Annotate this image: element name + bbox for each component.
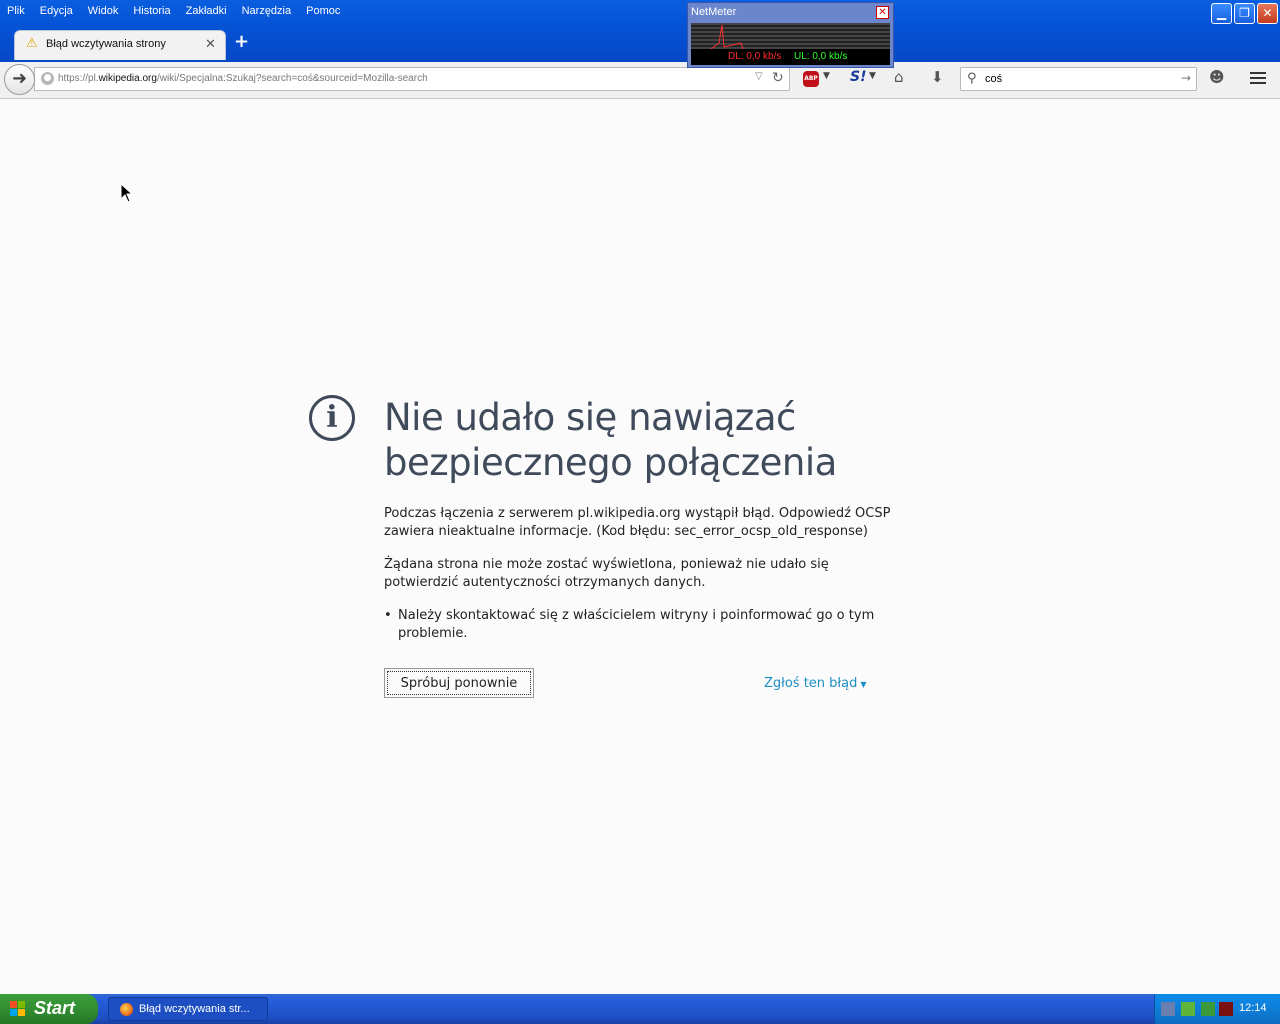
- arrow-left-icon: ➜: [11, 68, 28, 89]
- tab-error-page[interactable]: ⚠ Błąd wczytywania strony ✕: [14, 30, 226, 60]
- clock[interactable]: 12:14: [1239, 1002, 1267, 1014]
- netmeter-close-button[interactable]: ✕: [876, 6, 889, 19]
- window-titlebar: Plik Edycja Widok Historia Zakładki Narz…: [0, 0, 1280, 62]
- url-host: wikipedia.org: [98, 73, 157, 84]
- report-error-link[interactable]: Zgłoś ten błąd ▼: [764, 676, 867, 691]
- tab-title: Błąd wczytywania strony: [46, 38, 166, 50]
- globe-icon[interactable]: ●: [41, 72, 54, 85]
- social-addon-icon[interactable]: S!: [850, 69, 866, 85]
- netmeter-tray-icon[interactable]: [1219, 1002, 1233, 1016]
- netmeter-title: NetMeter: [691, 6, 737, 18]
- tab-close-icon[interactable]: ✕: [205, 37, 216, 52]
- url-prefix: https://pl.: [58, 73, 99, 84]
- netmeter-spike-icon: [710, 24, 744, 50]
- minimize-icon: ▁: [1216, 6, 1227, 20]
- hamburger-line: [1250, 77, 1266, 79]
- download-icon[interactable]: ⬇: [931, 68, 944, 86]
- menu-history[interactable]: Historia: [126, 0, 178, 22]
- hamburger-menu-button[interactable]: [1250, 70, 1266, 87]
- restore-button[interactable]: ❐: [1234, 3, 1255, 24]
- mouse-cursor-icon: [120, 183, 134, 203]
- page-title: Nie udało się nawiązać bezpiecznego połą…: [384, 396, 837, 484]
- error-description: Podczas łączenia z serwerem pl.wikipedia…: [384, 506, 891, 539]
- system-tray: 12:14: [1154, 994, 1280, 1024]
- bullet-icon: •: [384, 608, 392, 623]
- netmeter-readout: DL: 0,0 kb/s UL: 0,0 kb/s: [691, 49, 890, 65]
- url-bar[interactable]: ● https://pl.wikipedia.org/wiki/Specjaln…: [34, 67, 790, 91]
- search-go-icon[interactable]: →: [1181, 71, 1191, 85]
- minimize-button[interactable]: ▁: [1211, 3, 1232, 24]
- suggestion-text: Należy skontaktować się z właścicielem w…: [398, 608, 875, 641]
- close-icon: ✕: [1262, 6, 1273, 20]
- search-bar[interactable]: ⚲ →: [960, 67, 1197, 91]
- error-explanation: Żądana strona nie może zostać wyświetlon…: [384, 557, 829, 590]
- upload-rate: UL: 0,0 kb/s: [794, 51, 848, 62]
- reload-icon[interactable]: ↻: [772, 70, 784, 86]
- security-icon[interactable]: [1201, 1002, 1215, 1016]
- network-icon[interactable]: [1161, 1002, 1175, 1016]
- start-label: Start: [34, 998, 76, 1018]
- menu-bar: Plik Edycja Widok Historia Zakładki Narz…: [0, 0, 348, 22]
- restore-icon: ❐: [1239, 6, 1250, 20]
- netmeter-graph: [691, 23, 890, 50]
- taskbar-item-firefox[interactable]: Błąd wczytywania str...: [108, 997, 268, 1021]
- taskbar: Start Błąd wczytywania str... 12:14: [0, 994, 1280, 1024]
- adblock-dropdown-icon[interactable]: ▼: [823, 71, 830, 81]
- social-addon-dropdown-icon[interactable]: ▼: [869, 71, 876, 81]
- retry-button[interactable]: Spróbuj ponownie: [384, 668, 534, 698]
- menu-help[interactable]: Pomoc: [299, 0, 348, 22]
- back-button[interactable]: ➜: [4, 64, 35, 95]
- caret-down-icon: ▼: [860, 680, 867, 689]
- adblock-plus-icon[interactable]: ABP: [803, 71, 819, 87]
- new-tab-button[interactable]: +: [234, 31, 249, 52]
- hamburger-line: [1250, 82, 1266, 84]
- warning-icon: ⚠: [26, 36, 38, 51]
- home-icon[interactable]: ⌂: [894, 68, 904, 86]
- hamburger-line: [1250, 72, 1266, 74]
- menu-file[interactable]: Plik: [0, 0, 33, 22]
- info-icon: i: [309, 395, 355, 441]
- menu-view[interactable]: Widok: [81, 0, 127, 22]
- menu-bookmarks[interactable]: Zakładki: [179, 0, 235, 22]
- url-path: /wiki/Specjalna:Szukaj?search=coś&source…: [156, 73, 428, 84]
- page-content: i Nie udało się nawiązać bezpiecznego po…: [0, 99, 1280, 994]
- firefox-icon: [120, 1003, 133, 1016]
- window-close-button[interactable]: ✕: [1257, 3, 1278, 24]
- search-icon[interactable]: ⚲: [967, 71, 977, 86]
- search-input[interactable]: [985, 71, 1175, 87]
- nvidia-icon[interactable]: [1181, 1002, 1195, 1016]
- smiley-icon[interactable]: ☻: [1209, 68, 1225, 86]
- report-error-label: Zgłoś ten błąd: [764, 676, 858, 691]
- download-rate: DL: 0,0 kb/s: [728, 51, 782, 62]
- start-button[interactable]: Start: [0, 994, 98, 1024]
- url-text[interactable]: https://pl.wikipedia.org/wiki/Specjalna:…: [58, 73, 428, 84]
- netmeter-widget[interactable]: NetMeter ✕ DL: 0,0 kb/s UL: 0,0 kb/s: [687, 2, 894, 68]
- menu-tools[interactable]: Narzędzia: [235, 0, 300, 22]
- url-history-dropdown-icon[interactable]: ▽: [755, 71, 763, 82]
- taskbar-item-label: Błąd wczytywania str...: [139, 1003, 250, 1015]
- windows-flag-icon: [10, 1001, 25, 1016]
- menu-edit[interactable]: Edycja: [33, 0, 81, 22]
